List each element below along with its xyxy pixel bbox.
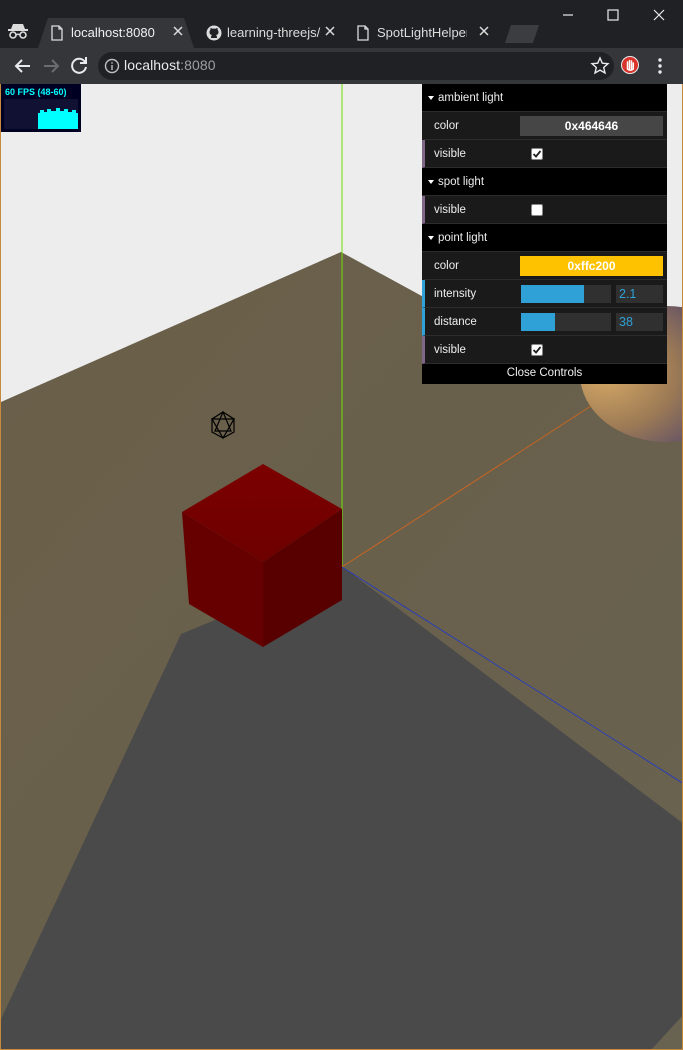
tab-title: learning-threejs/C (227, 25, 321, 40)
forward-arrow-icon[interactable] (39, 54, 63, 78)
point-intensity-label: intensity (434, 288, 477, 300)
folder-title: spot light (438, 176, 485, 188)
fps-label: 60 FPS (48-60) (5, 87, 67, 97)
point-distance-label: distance (434, 316, 477, 328)
browser-tabstrip: localhost:8080 learning-threejs/C SpotLi… (0, 0, 683, 48)
back-arrow-icon[interactable] (11, 54, 35, 78)
page-icon (357, 25, 369, 41)
caret-down-icon (428, 96, 434, 100)
new-tab-button[interactable] (505, 25, 539, 43)
bookmark-star-icon[interactable] (590, 56, 610, 76)
fps-graph-bars (4, 99, 78, 129)
point-distance-slider[interactable] (521, 313, 611, 331)
close-controls-button[interactable]: Close Controls (422, 364, 667, 384)
spot-visible-checkbox[interactable] (531, 204, 543, 216)
point-visible-checkbox[interactable] (531, 344, 543, 356)
point-distance-row: distance 38 (422, 308, 667, 336)
info-icon[interactable] (104, 58, 120, 74)
point-intensity-row: intensity 2.1 (422, 280, 667, 308)
folder-ambient-light[interactable]: ambient light (422, 84, 667, 112)
incognito-icon (8, 24, 28, 39)
window-close-icon[interactable] (644, 4, 674, 26)
caret-down-icon (428, 180, 434, 184)
url-text[interactable]: localhost:8080 (124, 57, 216, 73)
url-port: :8080 (180, 57, 216, 73)
folder-title: ambient light (438, 92, 504, 104)
ambient-visible-row: visible (422, 140, 667, 168)
ambient-color-input[interactable]: 0x464646 (520, 116, 663, 136)
fps-stats-panel[interactable]: 60 FPS (48-60) (1, 84, 81, 132)
slider-fill (521, 313, 556, 331)
close-icon[interactable] (172, 25, 184, 37)
spot-visible-label: visible (434, 204, 466, 216)
point-visible-label: visible (434, 344, 466, 356)
ambient-visible-checkbox[interactable] (531, 148, 543, 160)
tab-title: SpotLightHelper (377, 25, 467, 40)
point-color-row: color 0xffc200 (422, 252, 667, 280)
maximize-icon[interactable] (598, 4, 628, 26)
folder-title: point light (438, 232, 488, 244)
url-host: localhost (124, 57, 181, 73)
ambient-color-label: color (434, 120, 459, 132)
page-icon (51, 25, 63, 41)
adblock-extension-icon[interactable] (620, 55, 640, 75)
kebab-menu-icon[interactable] (652, 56, 668, 76)
tab-learning-threejs[interactable]: learning-threejs/C (194, 18, 346, 48)
close-icon[interactable] (478, 25, 490, 37)
reload-icon[interactable] (67, 54, 91, 78)
tab-localhost[interactable]: localhost:8080 (38, 18, 194, 48)
minimize-icon[interactable] (553, 4, 583, 26)
point-intensity-input[interactable]: 2.1 (616, 285, 663, 303)
folder-spot-light[interactable]: spot light (422, 168, 667, 196)
caret-down-icon (428, 236, 434, 240)
dat-gui-panel: ambient light color 0x464646 visible spo… (422, 84, 667, 384)
ambient-color-row: color 0x464646 (422, 112, 667, 140)
point-visible-row: visible (422, 336, 667, 364)
tab-title: localhost:8080 (71, 25, 155, 40)
github-icon (206, 25, 222, 41)
folder-point-light[interactable]: point light (422, 224, 667, 252)
ambient-visible-label: visible (434, 148, 466, 160)
close-icon[interactable] (324, 25, 336, 37)
point-intensity-slider[interactable] (521, 285, 611, 303)
tab-spotlighthelper[interactable]: SpotLightHelper (346, 18, 500, 48)
point-color-label: color (434, 260, 459, 272)
spot-visible-row: visible (422, 196, 667, 224)
fps-graph (4, 99, 78, 129)
point-distance-input[interactable]: 38 (616, 313, 663, 331)
point-color-input[interactable]: 0xffc200 (520, 256, 663, 276)
slider-fill (521, 285, 584, 303)
